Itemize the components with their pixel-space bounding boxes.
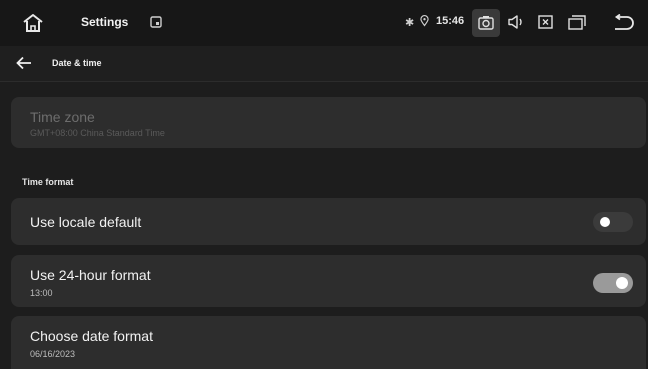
setting-title: Use 24-hour format [30,267,151,283]
setting-title: Time zone [30,109,95,125]
box-icon[interactable] [150,16,162,28]
status-bar: Settings ✱ 15:46 [0,0,648,46]
section-header-time-format: Time format [22,177,74,187]
status-bar-title: Settings [81,15,129,29]
volume-icon[interactable] [507,14,525,30]
setting-title: Use locale default [30,214,142,230]
toggle-knob [616,277,628,289]
page-title: Date & time [52,58,102,68]
setting-use-24-hour-format[interactable]: Use 24-hour format 13:00 [11,255,646,307]
setting-use-locale-default[interactable]: Use locale default [11,198,646,245]
recent-apps-icon[interactable] [568,15,586,30]
location-icon [420,15,429,27]
setting-subtitle: GMT+08:00 China Standard Time [30,128,165,138]
bluetooth-icon: ✱ [405,17,415,29]
setting-title: Choose date format [30,328,153,344]
home-icon[interactable] [22,13,44,33]
arrow-left-icon[interactable] [16,56,32,70]
setting-choose-date-format[interactable]: Choose date format 06/16/2023 [11,316,646,369]
setting-time-zone[interactable]: Time zone GMT+08:00 China Standard Time [11,97,646,148]
clock-time: 15:46 [436,15,465,27]
toggle-knob [600,217,610,227]
close-box-icon[interactable] [538,15,553,29]
setting-subtitle: 06/16/2023 [30,349,76,359]
screenshot-icon[interactable] [478,15,494,30]
app-bar: Date & time [0,46,648,82]
toggle-switch[interactable] [593,273,633,293]
toggle-switch[interactable] [593,212,633,232]
back-icon[interactable] [612,14,634,31]
setting-subtitle: 13:00 [30,288,53,298]
